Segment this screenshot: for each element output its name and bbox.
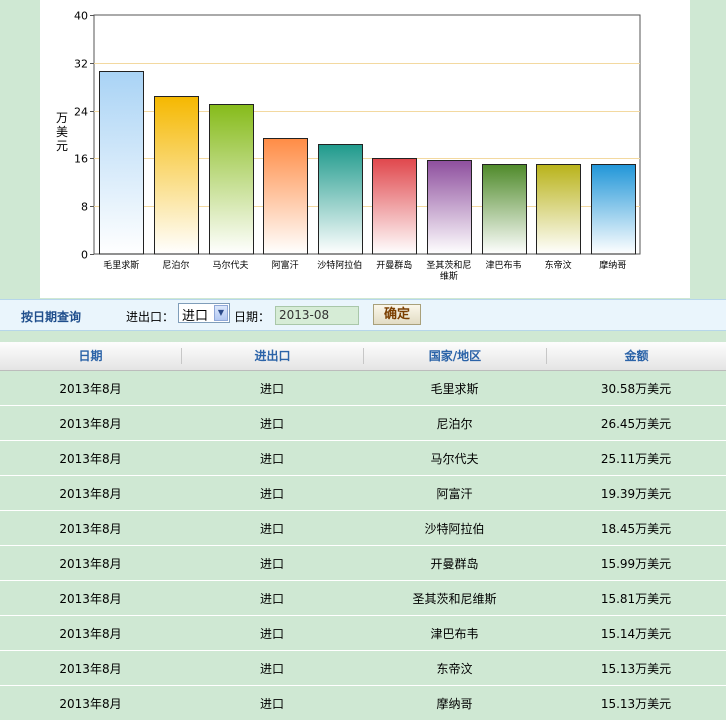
cell-country: 阿富汗 xyxy=(363,475,546,511)
table-row: 2013年8月 进口 摩纳哥 15.13万美元 xyxy=(0,685,726,721)
cell-amount: 25.11万美元 xyxy=(546,440,726,476)
cell-country: 津巴布韦 xyxy=(363,615,546,651)
table-row: 2013年8月 进口 东帝汶 15.13万美元 xyxy=(0,650,726,686)
bar xyxy=(154,96,199,255)
table-row: 2013年8月 进口 马尔代夫 25.11万美元 xyxy=(0,440,726,476)
table-row: 2013年8月 进口 开曼群岛 15.99万美元 xyxy=(0,545,726,581)
cell-country: 开曼群岛 xyxy=(363,545,546,581)
bar xyxy=(99,71,144,255)
x-tick-label: 沙特阿拉伯 xyxy=(317,259,362,271)
cell-io: 进口 xyxy=(181,650,363,686)
cell-io: 进口 xyxy=(181,475,363,511)
x-tick-label: 摩纳哥 xyxy=(599,259,626,271)
cell-amount: 15.81万美元 xyxy=(546,580,726,616)
cell-date: 2013年8月 xyxy=(0,510,181,546)
cell-date: 2013年8月 xyxy=(0,545,181,581)
bar xyxy=(482,164,527,255)
header-country: 国家/地区 xyxy=(363,342,546,371)
chevron-down-icon[interactable]: ▼ xyxy=(214,305,228,321)
bar xyxy=(372,158,417,255)
date-label: 日期： xyxy=(234,310,271,324)
cell-io: 进口 xyxy=(181,405,363,441)
x-tick-label: 东帝汶 xyxy=(545,259,572,271)
x-tick-label: 开曼群岛 xyxy=(376,259,412,271)
y-tick-label: 32 xyxy=(74,58,88,71)
cell-amount: 19.39万美元 xyxy=(546,475,726,511)
table-header-row: 日期 进出口 国家/地区 金额 xyxy=(0,342,726,371)
cell-date: 2013年8月 xyxy=(0,370,181,406)
cell-amount: 15.99万美元 xyxy=(546,545,726,581)
y-tick-label: 40 xyxy=(74,10,88,23)
y-tick-label: 8 xyxy=(81,201,88,214)
cell-country: 毛里求斯 xyxy=(363,370,546,406)
x-tick-label: 圣其茨和尼维斯 xyxy=(426,259,471,282)
bar xyxy=(427,160,472,255)
date-input[interactable]: 2013-08 xyxy=(275,306,359,325)
cell-amount: 18.45万美元 xyxy=(546,510,726,546)
cell-country: 沙特阿拉伯 xyxy=(363,510,546,546)
table-row: 2013年8月 进口 津巴布韦 15.14万美元 xyxy=(0,615,726,651)
cell-io: 进口 xyxy=(181,685,363,721)
y-tick-label: 0 xyxy=(81,249,88,262)
io-select-value: 进口 xyxy=(182,309,209,324)
confirm-button[interactable]: 确定 xyxy=(373,304,421,325)
x-tick-label: 毛里求斯 xyxy=(103,259,139,271)
cell-io: 进口 xyxy=(181,510,363,546)
cell-country: 尼泊尔 xyxy=(363,405,546,441)
cell-date: 2013年8月 xyxy=(0,685,181,721)
y-tick-label: 24 xyxy=(74,106,88,119)
cell-date: 2013年8月 xyxy=(0,650,181,686)
cell-io: 进口 xyxy=(181,440,363,476)
bar xyxy=(209,104,254,255)
cell-country: 马尔代夫 xyxy=(363,440,546,476)
header-date: 日期 xyxy=(0,342,181,371)
x-tick-label: 阿富汗 xyxy=(272,259,299,271)
cell-country: 圣其茨和尼维斯 xyxy=(363,580,546,616)
table-row: 2013年8月 进口 沙特阿拉伯 18.45万美元 xyxy=(0,510,726,546)
query-title: 按日期查询 xyxy=(21,310,82,324)
y-tick-label: 16 xyxy=(74,153,88,166)
cell-io: 进口 xyxy=(181,370,363,406)
cell-io: 进口 xyxy=(181,615,363,651)
cell-date: 2013年8月 xyxy=(0,440,181,476)
table-row: 2013年8月 进口 尼泊尔 26.45万美元 xyxy=(0,405,726,441)
cell-amount: 15.13万美元 xyxy=(546,685,726,721)
bar xyxy=(591,164,636,255)
cell-country: 东帝汶 xyxy=(363,650,546,686)
cell-amount: 15.14万美元 xyxy=(546,615,726,651)
header-io: 进出口 xyxy=(181,342,363,371)
x-tick-label: 尼泊尔 xyxy=(162,259,189,271)
header-amount: 金额 xyxy=(546,342,726,371)
cell-date: 2013年8月 xyxy=(0,475,181,511)
cell-amount: 15.13万美元 xyxy=(546,650,726,686)
cell-date: 2013年8月 xyxy=(0,580,181,616)
io-label: 进出口： xyxy=(126,310,175,324)
x-tick-label: 津巴布韦 xyxy=(485,259,521,271)
data-table: 日期 进出口 国家/地区 金额 2013年8月 进口 毛里求斯 30.58万美元 201… xyxy=(0,342,726,721)
cell-date: 2013年8月 xyxy=(0,405,181,441)
cell-amount: 26.45万美元 xyxy=(546,405,726,441)
cell-io: 进口 xyxy=(181,580,363,616)
bar xyxy=(536,164,581,255)
x-tick-label: 马尔代夫 xyxy=(212,259,248,271)
table-row: 2013年8月 进口 毛里求斯 30.58万美元 xyxy=(0,370,726,406)
cell-amount: 30.58万美元 xyxy=(546,370,726,406)
cell-date: 2013年8月 xyxy=(0,615,181,651)
chart-panel: 0 8 16 24 32 40 万美元 毛里求斯 尼泊尔 马尔代夫 阿富汗 沙特阿拉伯 开曼群岛 圣其茨… xyxy=(40,0,690,298)
table-row: 2013年8月 进口 阿富汗 19.39万美元 xyxy=(0,475,726,511)
bar-chart: 0 8 16 24 32 40 万美元 毛里求斯 尼泊尔 马尔代夫 阿富汗 沙特阿拉伯 开曼群岛 圣其茨… xyxy=(56,10,641,282)
bar xyxy=(318,144,363,255)
io-select[interactable]: 进口 ▼ xyxy=(178,303,230,324)
cell-io: 进口 xyxy=(181,545,363,581)
bar xyxy=(263,138,308,255)
y-axis-label: 万美元 xyxy=(56,111,68,153)
table-row: 2013年8月 进口 圣其茨和尼维斯 15.81万美元 xyxy=(0,580,726,616)
date-query-bar: 按日期查询 进出口： 进口 ▼ 日期： 2013-08 确定 xyxy=(0,299,726,331)
cell-country: 摩纳哥 xyxy=(363,685,546,721)
